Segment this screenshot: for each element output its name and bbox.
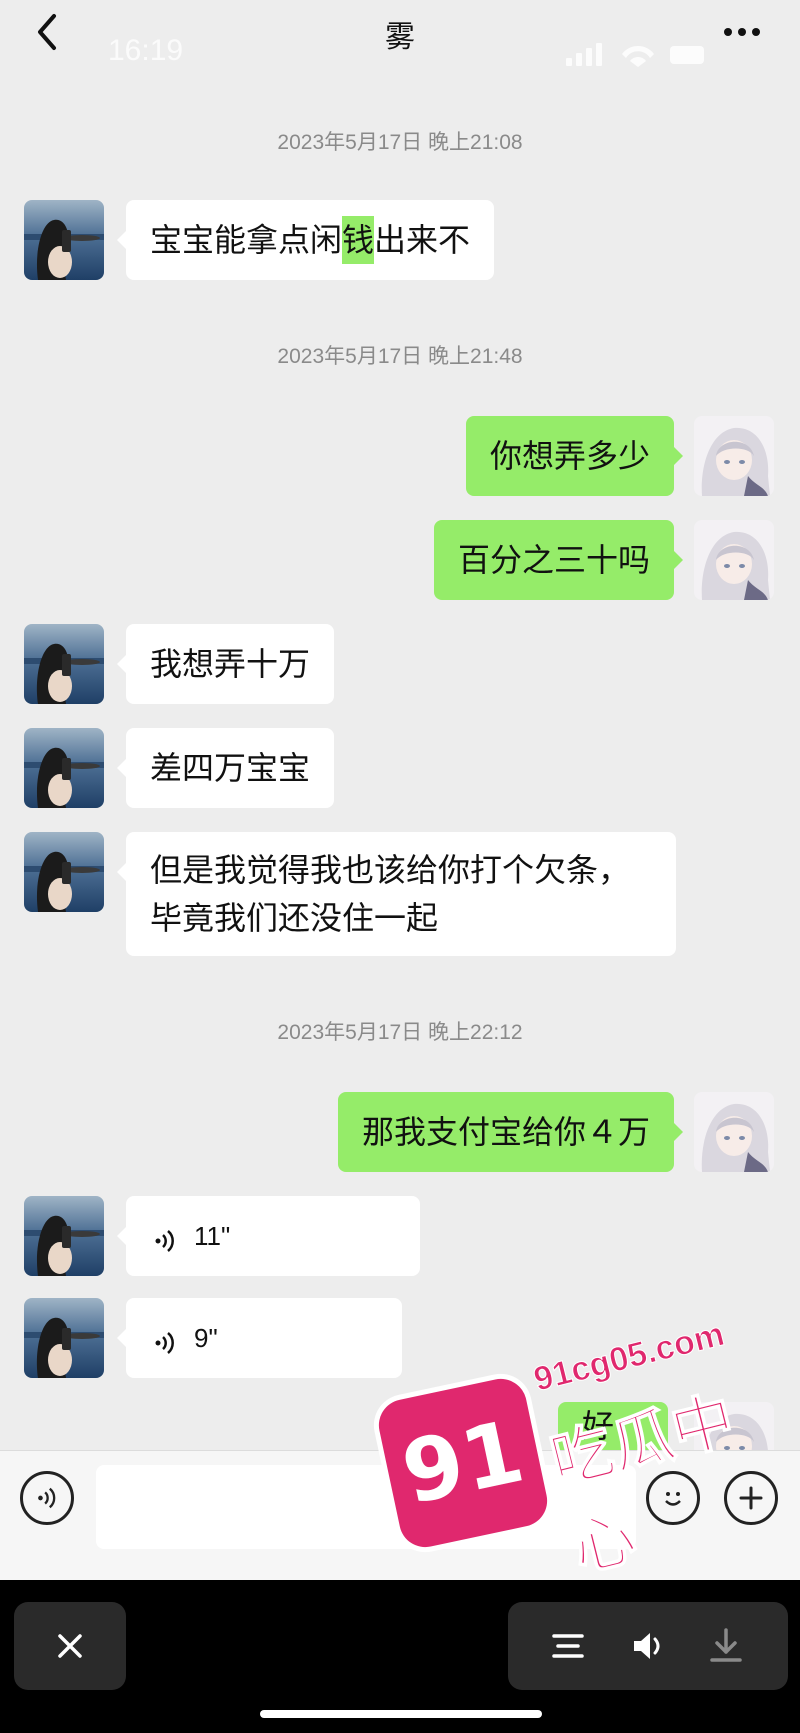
- my-avatar[interactable]: [694, 416, 774, 496]
- message-text: 我想弄十万: [150, 645, 311, 683]
- message-text: 出来不: [374, 221, 471, 259]
- voice-mode-icon[interactable]: [20, 1471, 74, 1525]
- voice-wave-icon: [150, 1323, 180, 1354]
- download-icon[interactable]: [706, 1626, 746, 1666]
- watermark-logo: 91 91cg05.com 吃瓜中心: [374, 1314, 760, 1586]
- more-options-icon[interactable]: [720, 14, 764, 50]
- message-text: 百分之三十吗: [457, 541, 650, 579]
- watermark-name: 吃瓜中心: [543, 1382, 743, 1587]
- message-bubble-outgoing[interactable]: 百分之三十吗: [433, 520, 684, 600]
- message-text: 宝宝能拿点闲: [150, 221, 343, 259]
- top-bar: 16:19 雾: [0, 0, 800, 70]
- my-avatar[interactable]: [694, 1092, 774, 1172]
- message-bubble-incoming[interactable]: 差四万宝宝: [116, 728, 335, 808]
- list-icon[interactable]: [548, 1626, 588, 1666]
- contact-avatar[interactable]: [24, 1196, 104, 1276]
- voice-duration: 11": [194, 1221, 231, 1251]
- message-bubble-incoming[interactable]: 宝宝能拿点闲钱出来不: [116, 200, 495, 280]
- contact-avatar[interactable]: [24, 832, 104, 912]
- viewer-control-group: [508, 1602, 788, 1690]
- contact-avatar[interactable]: [24, 200, 104, 280]
- message-text: 差四万宝宝: [150, 749, 311, 787]
- message-text-line: 毕竟我们还没住一起: [150, 899, 439, 937]
- voice-message-bubble[interactable]: 11": [117, 1196, 420, 1276]
- home-indicator[interactable]: [260, 1710, 542, 1718]
- voice-wave-icon: [150, 1221, 180, 1252]
- message-bubble-outgoing[interactable]: 你想弄多少: [465, 416, 684, 496]
- contact-avatar[interactable]: [24, 624, 104, 704]
- contact-avatar[interactable]: [24, 1298, 104, 1378]
- voice-message-bubble[interactable]: 9": [117, 1298, 402, 1378]
- my-avatar[interactable]: [694, 520, 774, 600]
- message-timestamp: 2023年5月17日 晚上22:12: [277, 1021, 523, 1044]
- speaker-icon[interactable]: [628, 1626, 668, 1666]
- contact-avatar[interactable]: [24, 728, 104, 808]
- message-text: 那我支付宝给你４万: [361, 1113, 650, 1151]
- status-icons: [562, 40, 712, 68]
- close-icon[interactable]: [14, 1602, 126, 1690]
- message-bubble-incoming[interactable]: 我想弄十万: [116, 624, 335, 704]
- message-text: 你想弄多少: [489, 437, 650, 475]
- watermark-badge: 91: [374, 1374, 552, 1552]
- message-bubble-outgoing[interactable]: 那我支付宝给你４万: [337, 1092, 684, 1172]
- message-text-highlight: 钱: [342, 216, 375, 264]
- message-text-line: 但是我觉得我也该给你打个欠条，: [150, 851, 631, 889]
- message-bubble-incoming[interactable]: 但是我觉得我也该给你打个欠条， 毕竟我们还没住一起: [117, 832, 676, 956]
- voice-duration: 9": [194, 1323, 218, 1353]
- message-timestamp: 2023年5月17日 晚上21:48: [277, 345, 523, 368]
- message-timestamp: 2023年5月17日 晚上21:08: [277, 131, 523, 154]
